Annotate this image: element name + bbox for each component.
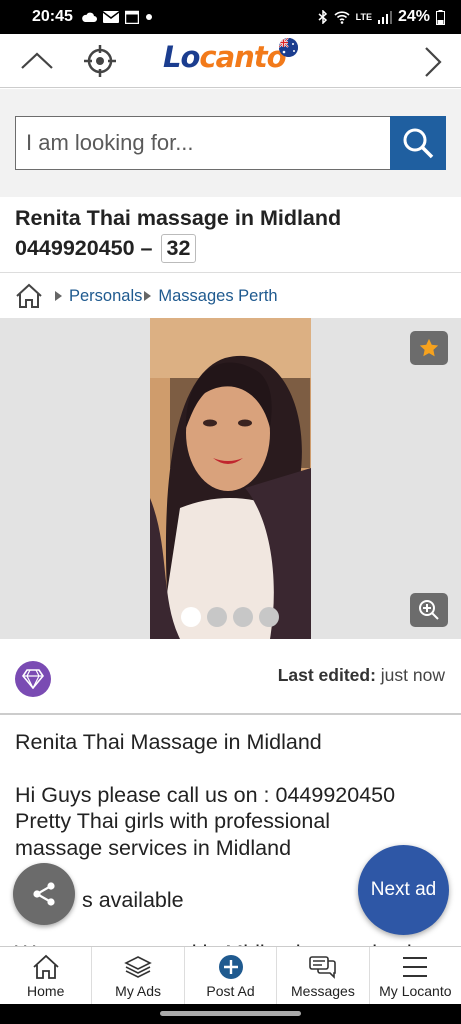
location-target-icon[interactable] (82, 43, 118, 79)
description-line: Pretty Thai girls with professional (15, 809, 331, 833)
menu-icon (403, 957, 428, 977)
description-line: Renita Thai Massage in Midland (15, 730, 322, 754)
status-time: 20:45 (32, 8, 73, 25)
nav-home[interactable]: Home (0, 947, 93, 1004)
nav-my-locanto[interactable]: My Locanto (370, 947, 461, 1004)
nav-my-ads[interactable]: My Ads (92, 947, 185, 1004)
nav-label: Messages (291, 983, 355, 999)
home-indicator[interactable] (160, 1011, 301, 1016)
last-edited: Last edited: just now (278, 665, 445, 686)
search-button[interactable] (390, 116, 446, 170)
description-line: Hi Guys please call us on : 0449920450 (15, 782, 396, 807)
page-title: Renita Thai massage in Midland 044992045… (15, 203, 450, 263)
premium-badge (15, 661, 51, 697)
image-gallery[interactable] (0, 318, 461, 639)
pagination-dot[interactable] (259, 607, 279, 627)
diamond-icon (22, 669, 44, 689)
nav-label: My Ads (115, 983, 162, 999)
battery-icon (436, 9, 445, 25)
nav-label: My Locanto (379, 983, 452, 999)
nav-label: Home (27, 983, 65, 999)
pagination-dot[interactable] (207, 607, 227, 627)
breadcrumb-personals[interactable]: Personals (69, 287, 142, 306)
next-ad-button[interactable]: Next ad (358, 845, 449, 935)
calendar-icon (124, 10, 139, 24)
bottom-navigation: Home My Ads Post Ad Messages My Locanto (0, 946, 461, 1004)
locanto-logo[interactable]: Locanto (163, 40, 287, 80)
notification-icons (81, 10, 153, 24)
share-button[interactable] (13, 863, 75, 925)
divider (0, 713, 461, 715)
chevron-right-icon[interactable] (420, 46, 444, 78)
search-icon (403, 128, 434, 159)
id-badge: 32 (160, 234, 197, 263)
messages-icon (309, 956, 336, 979)
cloud-icon (82, 12, 97, 22)
nav-label: Post Ad (206, 983, 255, 999)
signal-icon (377, 10, 392, 24)
divider (0, 272, 461, 273)
gallery-pagination (181, 607, 279, 627)
breadcrumb: Personals Massages Perth (15, 282, 278, 310)
star-icon (419, 338, 439, 357)
pagination-dot[interactable] (181, 607, 201, 627)
breadcrumb-arrow-icon (144, 291, 152, 301)
nav-post-ad[interactable]: Post Ad (185, 947, 278, 1004)
zoom-button[interactable] (410, 593, 448, 627)
logo-canto: canto (199, 40, 286, 74)
favorite-button[interactable] (410, 331, 448, 365)
status-bar: 20:45 LTE 24% (0, 0, 461, 34)
title-line-2: 0449920450 – (15, 236, 153, 260)
search-input[interactable] (15, 116, 391, 170)
logo-lo: Lo (163, 40, 200, 74)
breadcrumb-massages-perth[interactable]: Massages Perth (158, 287, 277, 306)
battery-percent: 24% (397, 8, 430, 25)
mail-icon (102, 11, 119, 23)
title-line-1: Renita Thai massage in Midland (15, 206, 342, 230)
listing-photo[interactable] (150, 318, 311, 639)
zoom-in-icon (419, 600, 439, 620)
last-edited-label: Last edited: (277, 665, 376, 685)
search-area (0, 89, 461, 197)
dot-icon (145, 14, 152, 20)
bluetooth-icon (318, 10, 327, 24)
wifi-icon (334, 10, 350, 24)
nav-messages[interactable]: Messages (277, 947, 370, 1004)
network-type: LTE (355, 11, 372, 22)
share-icon (33, 882, 55, 906)
screen: 20:45 LTE 24% Locanto I am looking for..… (0, 0, 461, 1024)
status-right: LTE 24% (318, 8, 445, 26)
chevron-up-icon[interactable] (20, 46, 54, 76)
australia-flag-icon (279, 38, 298, 57)
stack-icon (124, 956, 152, 978)
plus-circle-icon (218, 955, 243, 979)
breadcrumb-arrow-icon (55, 291, 62, 301)
home-icon[interactable] (15, 283, 43, 309)
listing-title-block: Renita Thai massage in Midland 044992045… (15, 203, 450, 263)
pagination-dot[interactable] (233, 607, 253, 627)
home-icon (33, 954, 59, 979)
last-edited-value: just now (380, 665, 445, 685)
top-app-bar: Locanto (0, 34, 461, 88)
listing-description: Renita Thai Massage in Midland Hi Guys p… (15, 729, 445, 966)
